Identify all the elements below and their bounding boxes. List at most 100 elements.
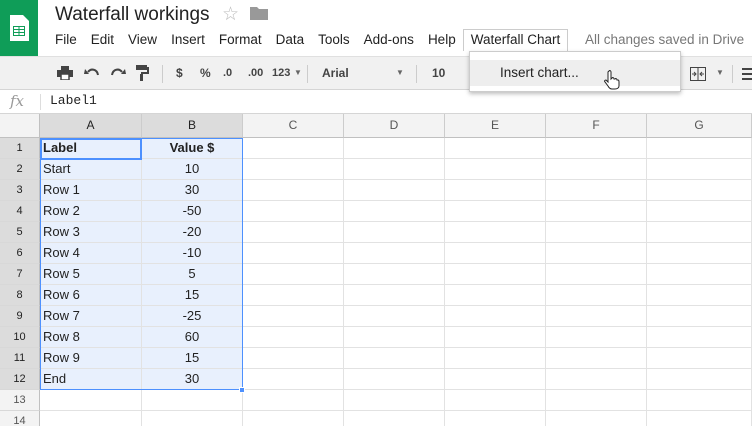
row-header-10[interactable]: 10 [0,327,40,348]
cell-b13[interactable] [142,390,243,411]
cell-e10[interactable] [445,327,546,348]
cell-g10[interactable] [647,327,752,348]
cell-f14[interactable] [546,411,647,426]
menu-insert[interactable]: Insert [164,29,212,51]
cell-e9[interactable] [445,306,546,327]
row-header-14[interactable]: 14 [0,411,40,426]
cell-c4[interactable] [243,201,344,222]
cell-b8[interactable]: 15 [142,285,243,306]
star-icon[interactable]: ☆ [222,3,239,26]
cell-b5[interactable]: -20 [142,222,243,243]
merge-caret-icon[interactable]: ▼ [716,57,724,89]
cell-d14[interactable] [344,411,445,426]
menu-help[interactable]: Help [421,29,463,51]
cell-g1[interactable] [647,138,752,159]
font-size-select[interactable]: 10 [432,57,445,89]
cell-g9[interactable] [647,306,752,327]
cell-g11[interactable] [647,348,752,369]
column-header-b[interactable]: B [142,114,243,138]
menu-format[interactable]: Format [212,29,269,51]
cell-f4[interactable] [546,201,647,222]
row-header-5[interactable]: 5 [0,222,40,243]
cell-c5[interactable] [243,222,344,243]
cell-c12[interactable] [243,369,344,390]
cell-c8[interactable] [243,285,344,306]
column-header-e[interactable]: E [445,114,546,138]
cell-a8[interactable]: Row 6 [40,285,142,306]
cell-b2[interactable]: 10 [142,159,243,180]
cell-g8[interactable] [647,285,752,306]
cell-a12[interactable]: End [40,369,142,390]
cell-f12[interactable] [546,369,647,390]
cell-d4[interactable] [344,201,445,222]
cell-c13[interactable] [243,390,344,411]
cell-f6[interactable] [546,243,647,264]
cell-f1[interactable] [546,138,647,159]
cell-d1[interactable] [344,138,445,159]
cell-f3[interactable] [546,180,647,201]
cell-e8[interactable] [445,285,546,306]
cell-f11[interactable] [546,348,647,369]
menu-waterfall-chart[interactable]: Waterfall Chart [462,29,569,51]
cell-d12[interactable] [344,369,445,390]
cell-b14[interactable] [142,411,243,426]
cell-f5[interactable] [546,222,647,243]
cell-a3[interactable]: Row 1 [40,180,142,201]
column-header-c[interactable]: C [243,114,344,138]
row-header-1[interactable]: 1 [0,138,40,159]
cell-d8[interactable] [344,285,445,306]
menu-view[interactable]: View [121,29,164,51]
cell-c11[interactable] [243,348,344,369]
merge-cells-icon[interactable] [690,67,706,81]
cell-e2[interactable] [445,159,546,180]
cell-a11[interactable]: Row 9 [40,348,142,369]
cell-f8[interactable] [546,285,647,306]
increase-decimal-button[interactable]: .00 [248,57,263,89]
cell-g4[interactable] [647,201,752,222]
cell-e5[interactable] [445,222,546,243]
cell-a6[interactable]: Row 4 [40,243,142,264]
cell-c2[interactable] [243,159,344,180]
cell-a14[interactable] [40,411,142,426]
cell-a10[interactable]: Row 8 [40,327,142,348]
percent-format-button[interactable]: % [200,57,211,89]
cell-g2[interactable] [647,159,752,180]
menu-data[interactable]: Data [269,29,312,51]
decrease-decimal-button[interactable]: .0 [223,57,232,89]
row-header-7[interactable]: 7 [0,264,40,285]
select-all-corner[interactable] [0,114,40,138]
menu-add-ons[interactable]: Add-ons [357,29,421,51]
font-family-caret-icon[interactable]: ▼ [396,57,404,89]
cell-e3[interactable] [445,180,546,201]
row-header-3[interactable]: 3 [0,180,40,201]
cell-e4[interactable] [445,201,546,222]
cell-e6[interactable] [445,243,546,264]
cell-g7[interactable] [647,264,752,285]
cell-g3[interactable] [647,180,752,201]
cell-f2[interactable] [546,159,647,180]
cell-a13[interactable] [40,390,142,411]
column-header-d[interactable]: D [344,114,445,138]
align-left-icon[interactable] [742,68,752,80]
cell-c1[interactable] [243,138,344,159]
cell-b10[interactable]: 60 [142,327,243,348]
cell-b12[interactable]: 30 [142,369,243,390]
cell-d10[interactable] [344,327,445,348]
cell-a5[interactable]: Row 3 [40,222,142,243]
cell-g14[interactable] [647,411,752,426]
cell-g6[interactable] [647,243,752,264]
folder-icon[interactable] [250,6,268,20]
sheets-logo-icon[interactable] [0,0,38,56]
cell-e13[interactable] [445,390,546,411]
cell-c3[interactable] [243,180,344,201]
cell-g12[interactable] [647,369,752,390]
cell-e7[interactable] [445,264,546,285]
menu-file[interactable]: File [48,29,84,51]
cell-g5[interactable] [647,222,752,243]
row-header-2[interactable]: 2 [0,159,40,180]
cell-c6[interactable] [243,243,344,264]
more-formats-button[interactable]: 123 [272,57,290,89]
cell-d6[interactable] [344,243,445,264]
cell-a4[interactable]: Row 2 [40,201,142,222]
menu-tools[interactable]: Tools [311,29,357,51]
